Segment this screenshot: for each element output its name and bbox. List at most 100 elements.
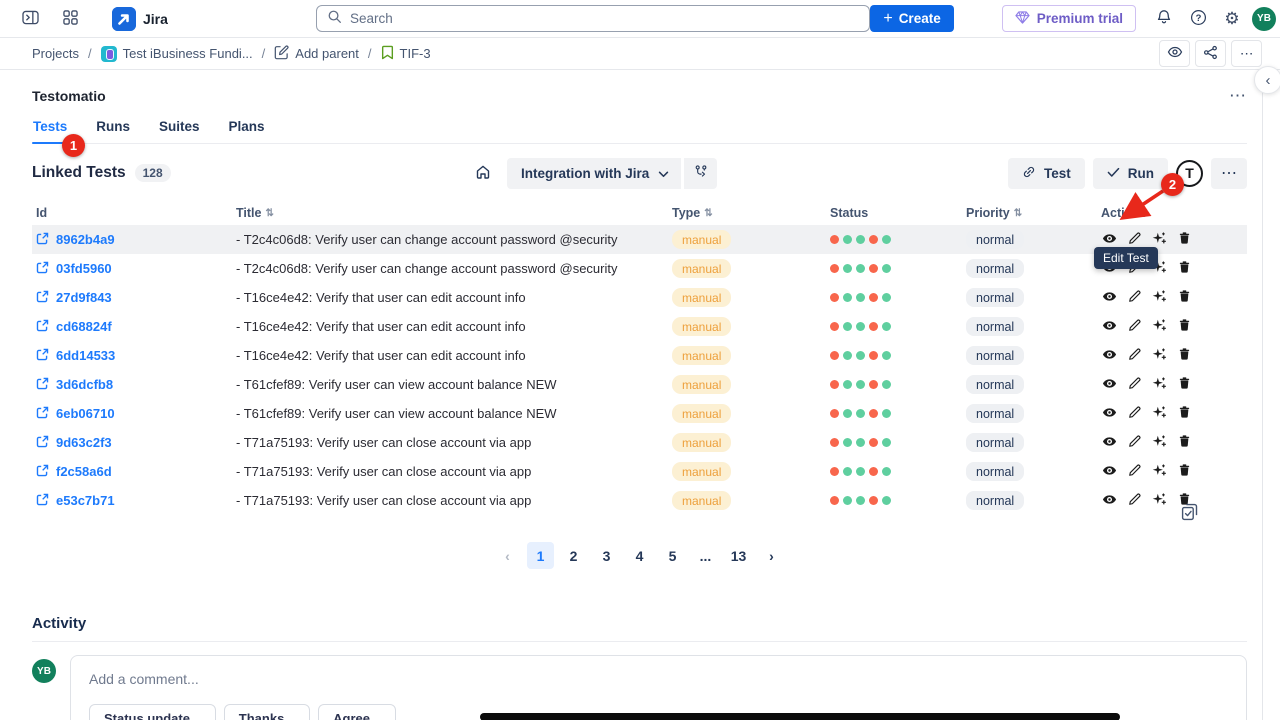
- test-id-link[interactable]: 8962b4a9: [32, 232, 232, 248]
- global-search[interactable]: [316, 5, 870, 32]
- edit-test-button[interactable]: [1126, 492, 1143, 510]
- test-id-link[interactable]: e53c7b71: [32, 493, 232, 509]
- bulk-select-button[interactable]: [1181, 503, 1199, 524]
- delete-test-button[interactable]: [1176, 463, 1193, 481]
- delete-test-button[interactable]: [1176, 289, 1193, 307]
- ai-actions-button[interactable]: [1151, 434, 1168, 452]
- notifications-button[interactable]: [1150, 5, 1178, 33]
- view-test-button[interactable]: [1101, 405, 1118, 423]
- ai-actions-button[interactable]: [1151, 289, 1168, 307]
- test-id-link[interactable]: f2c58a6d: [32, 464, 232, 480]
- view-test-button[interactable]: [1101, 347, 1118, 365]
- search-input[interactable]: [350, 11, 859, 26]
- suite-dropdown[interactable]: Integration with Jira: [507, 158, 681, 189]
- tab-suites[interactable]: Suites: [158, 119, 201, 143]
- ai-actions-button[interactable]: [1151, 231, 1168, 249]
- ai-actions-button[interactable]: [1151, 376, 1168, 394]
- pagination-page-1[interactable]: 1: [527, 542, 554, 569]
- quick-reply-1[interactable]: Status update...: [89, 704, 216, 720]
- view-test-button[interactable]: [1101, 492, 1118, 510]
- ai-actions-button[interactable]: [1151, 463, 1168, 481]
- check-icon: [1107, 166, 1120, 181]
- app-switcher-button[interactable]: [56, 5, 84, 33]
- add-parent-button[interactable]: Add parent: [274, 45, 359, 63]
- breadcrumb-project[interactable]: Test iBusiness Fundi...: [101, 46, 253, 62]
- view-test-button[interactable]: [1101, 231, 1118, 249]
- delete-test-button[interactable]: [1176, 376, 1193, 394]
- edit-test-button[interactable]: [1126, 463, 1143, 481]
- test-id-link[interactable]: 03fd5960: [32, 261, 232, 277]
- pagination-next-button[interactable]: ›: [758, 542, 785, 569]
- ai-actions-button[interactable]: [1151, 318, 1168, 336]
- view-test-button[interactable]: [1101, 434, 1118, 452]
- edit-test-button[interactable]: [1126, 318, 1143, 336]
- header-title[interactable]: Title⇅: [232, 206, 668, 220]
- user-avatar[interactable]: YB: [1252, 7, 1276, 31]
- edit-test-button[interactable]: [1126, 347, 1143, 365]
- test-id-link[interactable]: 6eb06710: [32, 406, 232, 422]
- jira-home-link[interactable]: Jira: [112, 7, 168, 31]
- help-button[interactable]: ?: [1184, 5, 1212, 33]
- pagination-prev-button[interactable]: ‹: [494, 542, 521, 569]
- home-button[interactable]: [468, 158, 498, 188]
- delete-test-button[interactable]: [1176, 318, 1193, 336]
- test-id-link[interactable]: 9d63c2f3: [32, 435, 232, 451]
- delete-test-button[interactable]: [1176, 405, 1193, 423]
- edit-test-button[interactable]: [1126, 231, 1143, 249]
- header-priority[interactable]: Priority⇅: [962, 206, 1097, 220]
- pagination-page-2[interactable]: 2: [560, 542, 587, 569]
- header-status[interactable]: Status: [826, 206, 962, 220]
- header-type[interactable]: Type⇅: [668, 206, 826, 220]
- sidebar-toggle-button[interactable]: [16, 5, 44, 33]
- toolbar-more-button[interactable]: ⋯: [1211, 158, 1247, 189]
- more-actions-button[interactable]: ⋯: [1231, 40, 1262, 67]
- edit-test-button[interactable]: [1126, 289, 1143, 307]
- delete-test-button[interactable]: [1176, 260, 1193, 278]
- collapse-panel-button[interactable]: ‹: [1254, 66, 1280, 94]
- view-test-button[interactable]: [1101, 318, 1118, 336]
- tab-runs[interactable]: Runs: [95, 119, 131, 143]
- breadcrumb-separator: /: [368, 46, 372, 61]
- run-button[interactable]: Run: [1093, 158, 1168, 189]
- watch-button[interactable]: [1159, 40, 1190, 67]
- test-plan-button[interactable]: [683, 158, 717, 189]
- sparkles-icon: [1152, 434, 1167, 452]
- breadcrumb-issue[interactable]: TIF-3: [381, 45, 431, 63]
- view-test-button[interactable]: [1101, 289, 1118, 307]
- quick-reply-2[interactable]: Thanks...: [224, 704, 310, 720]
- premium-trial-button[interactable]: Premium trial: [1002, 5, 1136, 32]
- table-row: 6dd14533 - T16ce4e42: Verify that user c…: [32, 341, 1247, 370]
- pagination-page-13[interactable]: 13: [725, 542, 752, 569]
- view-test-button[interactable]: [1101, 376, 1118, 394]
- test-id-link[interactable]: 27d9f843: [32, 290, 232, 306]
- ai-actions-button[interactable]: [1151, 347, 1168, 365]
- tab-plans[interactable]: Plans: [228, 119, 266, 143]
- ai-actions-button[interactable]: [1151, 492, 1168, 510]
- pagination-page-...[interactable]: ...: [692, 542, 719, 569]
- edit-test-button[interactable]: [1126, 376, 1143, 394]
- test-id-link[interactable]: cd68824f: [32, 319, 232, 335]
- view-test-button[interactable]: [1101, 463, 1118, 481]
- header-id[interactable]: Id: [32, 206, 232, 220]
- delete-test-button[interactable]: [1176, 434, 1193, 452]
- share-button[interactable]: [1195, 40, 1226, 67]
- test-id-link[interactable]: 6dd14533: [32, 348, 232, 364]
- breadcrumb-projects[interactable]: Projects: [32, 46, 79, 61]
- quick-reply-3[interactable]: Agree...: [318, 704, 396, 720]
- row-actions: [1097, 376, 1247, 394]
- link-test-button[interactable]: Test: [1008, 158, 1085, 189]
- test-id-label: 03fd5960: [56, 261, 112, 276]
- pagination-page-4[interactable]: 4: [626, 542, 653, 569]
- pagination-page-5[interactable]: 5: [659, 542, 686, 569]
- comment-input[interactable]: Add a comment... Status update...Thanks.…: [70, 655, 1247, 720]
- delete-test-button[interactable]: [1176, 347, 1193, 365]
- delete-test-button[interactable]: [1176, 231, 1193, 249]
- ai-actions-button[interactable]: [1151, 405, 1168, 423]
- create-button[interactable]: + Create: [870, 5, 953, 32]
- test-id-link[interactable]: 3d6dcfb8: [32, 377, 232, 393]
- edit-test-button[interactable]: [1126, 434, 1143, 452]
- panel-more-button[interactable]: ⋯: [1229, 86, 1247, 106]
- pagination-page-3[interactable]: 3: [593, 542, 620, 569]
- settings-button[interactable]: ⚙: [1218, 5, 1246, 33]
- edit-test-button[interactable]: [1126, 405, 1143, 423]
